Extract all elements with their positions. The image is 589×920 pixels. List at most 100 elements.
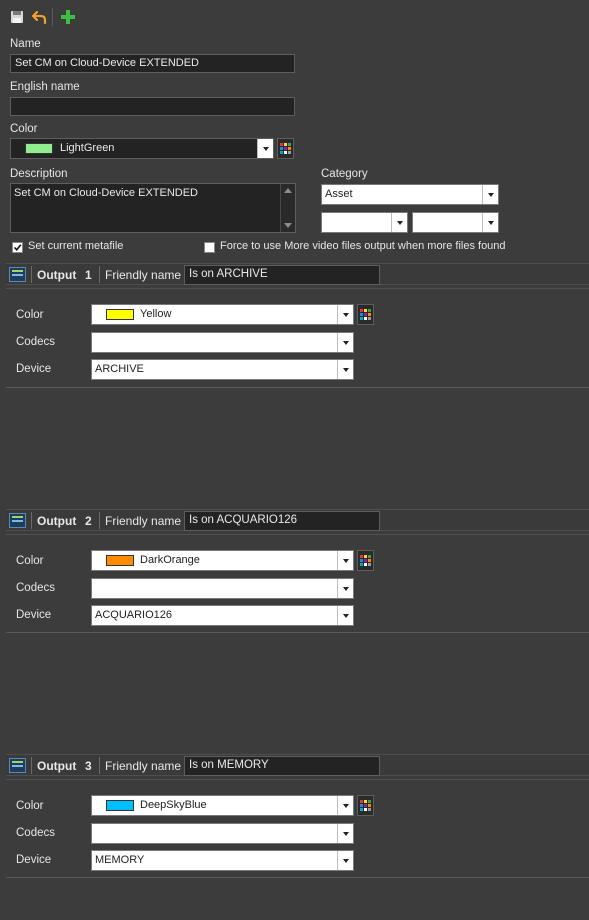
output-number: 2 [85,514,92,528]
undo-button[interactable] [30,8,48,26]
description-text: Set CM on Cloud-Device EXTENDED [14,187,199,199]
scroll-down-icon[interactable] [284,223,292,228]
output-2-header: Output 2 Friendly name Is on ACQUARIO126 [6,509,589,531]
palette-dot [364,555,367,558]
checkmark-icon [13,244,22,252]
header-divider [31,757,32,774]
chevron-down-icon[interactable] [482,185,498,204]
palette-dot [360,559,363,562]
palette-dot [368,555,371,558]
chevron-down-icon[interactable] [337,333,353,352]
output-color-select[interactable]: DeepSkyBlue [91,795,354,816]
palette-dot [368,317,371,320]
undo-icon [31,10,47,24]
chevron-down-icon[interactable] [337,851,353,870]
output-number: 3 [85,759,92,773]
palette-dot [368,559,371,562]
friendly-name-input[interactable]: Is on ACQUARIO126 [184,511,380,531]
english-name-input[interactable] [10,97,295,116]
palette-dot [364,309,367,312]
palette-dot [364,804,367,807]
output-divider [6,632,589,633]
palette-dot [364,800,367,803]
header-divider [31,266,32,283]
palette-dot [360,555,363,558]
output-title: Output [37,514,77,528]
description-scrollbar[interactable] [280,184,295,232]
color-palette-button[interactable] [357,795,374,816]
chevron-down-icon[interactable] [337,551,353,570]
palette-dot [360,563,363,566]
output-codecs-select[interactable] [91,578,354,599]
output-1-panel: Color Yellow Codecs Device ARCHIVE [6,288,589,508]
palette-dot [284,143,287,146]
palette-dot [364,317,367,320]
palette-dot [288,147,291,150]
output-divider [6,387,589,388]
palette-dot [360,309,363,312]
flexi-module-icon [9,513,26,528]
output-color-value: DeepSkyBlue [140,799,207,811]
chevron-down-icon[interactable] [337,824,353,843]
output-device-select[interactable]: ARCHIVE [91,359,354,380]
description-label: Description [10,168,68,180]
flexi-module-icon [9,267,26,282]
force-more-video-label: Force to use More video files output whe… [220,240,506,252]
output-codecs-label: Codecs [16,582,55,594]
output-device-label: Device [16,609,52,621]
output-color-select[interactable]: Yellow [91,304,354,325]
palette-dot [280,147,283,150]
palette-dot [368,808,371,811]
color-palette-button[interactable] [277,138,294,159]
color-palette-button[interactable] [357,304,374,325]
color-swatch [106,555,134,566]
friendly-name-input[interactable]: Is on MEMORY [184,756,380,776]
output-number: 1 [85,268,92,282]
save-button[interactable] [8,8,26,26]
palette-dot [280,151,283,154]
output-codecs-label: Codecs [16,827,55,839]
output-color-label: Color [16,309,44,321]
chevron-down-icon[interactable] [337,360,353,379]
palette-dot [280,143,283,146]
output-3-panel: Color DeepSkyBlue Codecs Device MEMORY [6,779,589,920]
output-device-label: Device [16,363,52,375]
output-codecs-select[interactable] [91,332,354,353]
color-swatch [25,143,53,154]
output-device-select[interactable]: ACQUARIO126 [91,605,354,626]
friendly-name-label: Friendly name [105,759,182,773]
chevron-down-icon[interactable] [257,139,273,158]
chevron-down-icon[interactable] [482,213,498,232]
output-color-label: Color [16,555,44,567]
category-select[interactable]: Asset [321,184,499,205]
output-device-value: ACQUARIO126 [95,609,173,621]
add-button[interactable] [59,8,77,26]
color-select[interactable]: LightGreen [10,138,274,159]
chevron-down-icon[interactable] [391,213,407,232]
output-color-select[interactable]: DarkOrange [91,550,354,571]
header-divider [31,512,32,529]
color-palette-button[interactable] [357,550,374,571]
category-sub-select-1[interactable] [321,212,408,233]
chevron-down-icon[interactable] [337,606,353,625]
set-current-metafile-checkbox[interactable] [12,242,23,253]
friendly-name-input[interactable]: Is on ARCHIVE [184,265,380,285]
category-sub-select-2[interactable] [412,212,499,233]
output-codecs-select[interactable] [91,823,354,844]
chevron-down-icon[interactable] [337,796,353,815]
description-textarea[interactable]: Set CM on Cloud-Device EXTENDED [10,183,296,233]
color-select-value: LightGreen [60,142,115,154]
output-color-value: DarkOrange [140,554,200,566]
output-device-select[interactable]: MEMORY [91,850,354,871]
flexi-module-icon [9,758,26,773]
scroll-up-icon[interactable] [284,188,292,193]
output-device-value: MEMORY [95,854,145,866]
chevron-down-icon[interactable] [337,305,353,324]
palette-dot [360,804,363,807]
output-divider [6,877,589,878]
name-input[interactable]: Set CM on Cloud-Device EXTENDED [10,54,295,73]
chevron-down-icon[interactable] [337,579,353,598]
header-divider [99,266,100,283]
category-select-value: Asset [325,188,353,200]
force-more-video-checkbox[interactable] [204,242,215,253]
